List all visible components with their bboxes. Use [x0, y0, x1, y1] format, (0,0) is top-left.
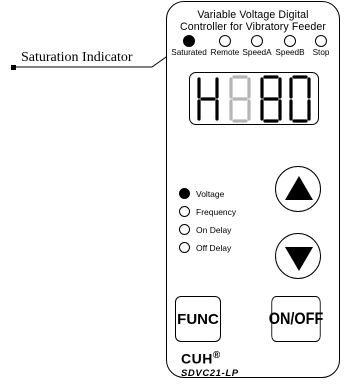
indicator-speedb	[284, 35, 296, 47]
func-button[interactable]: FUNC	[175, 296, 221, 342]
indicator-label-saturated: Saturated	[171, 48, 207, 57]
indicator-remote	[219, 35, 231, 47]
display-digit-0	[289, 75, 311, 123]
triangle-up-icon	[285, 176, 313, 200]
panel-title-line1: Variable Voltage Digital	[197, 9, 309, 21]
mode-label-on-delay: On Delay	[196, 225, 232, 235]
brand-logo: CUH®	[181, 350, 221, 367]
mode-label-frequency: Frequency	[196, 207, 237, 217]
indicator-label-speeda: SpeedA	[242, 48, 272, 57]
controller-panel: Variable Voltage Digital Controller for …	[166, 1, 340, 379]
triangle-down-icon	[285, 247, 313, 271]
mode-indicator-voltage	[179, 188, 190, 199]
indicator-label-speedb: SpeedB	[275, 48, 305, 57]
display-digit-dim	[229, 75, 251, 123]
indicator-saturated	[183, 35, 195, 47]
registered-mark: ®	[212, 350, 221, 361]
display-digit-8	[260, 75, 282, 123]
indicator-label-remote: Remote	[210, 48, 240, 57]
up-arrow-button[interactable]	[275, 166, 321, 212]
indicator-stop	[315, 35, 327, 47]
mode-label-off-delay: Off Delay	[196, 243, 232, 253]
down-arrow-button[interactable]	[275, 233, 321, 279]
brand-name: CUH	[181, 350, 213, 367]
on-off-button[interactable]: ON/OFF	[269, 296, 323, 342]
mode-indicator-on-delay	[179, 224, 190, 235]
mode-label-voltage: Voltage	[196, 189, 225, 199]
display-digit-h	[197, 77, 219, 121]
indicator-label-stop: Stop	[312, 48, 330, 57]
mode-indicator-frequency	[179, 206, 190, 217]
model-number: SDVC21-LP	[181, 368, 239, 379]
indicator-speeda	[251, 35, 263, 47]
panel-title-line2: Controller for Vibratory Feeder	[180, 21, 326, 33]
mode-indicator-off-delay	[179, 242, 190, 253]
